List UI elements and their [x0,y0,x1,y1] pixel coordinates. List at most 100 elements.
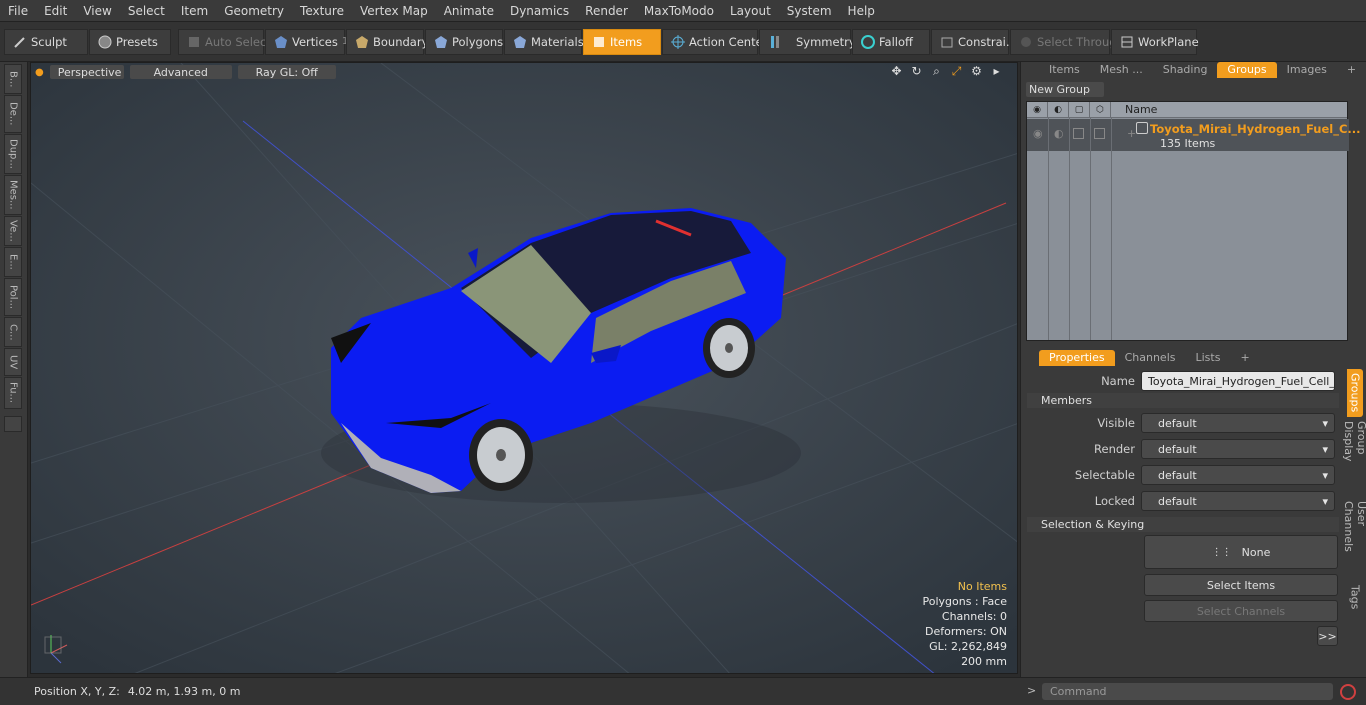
new-group-button[interactable]: New Group [1026,82,1104,97]
group-count: 135 Items [1160,137,1216,150]
falloff-button[interactable]: Falloff [852,28,930,55]
menu-animate[interactable]: Animate [436,4,502,18]
group-row[interactable]: ◉ ◐ + Toyota_Mirai_Hydrogen_Fuel_C... 13… [1027,119,1361,151]
left-tab-5[interactable]: E... [4,247,22,277]
materials-button[interactable]: Materials [504,28,584,55]
symmetry-button[interactable]: Symmetry [759,28,856,55]
visible-value: default [1158,416,1197,430]
locked-dropdown[interactable]: default ▾ [1141,491,1335,511]
vertices-button[interactable]: Vertices 1 [265,28,348,55]
status-bar: Position X, Y, Z: 4.02 m, 1.93 m, 0 m [0,677,1020,705]
render-icon[interactable]: ◐ [1048,101,1069,118]
select-channels-button[interactable]: Select Channels [1144,600,1338,622]
3d-viewport[interactable]: ● Perspective Advanced Ray GL: Off ✥ ↻ ⌕… [30,62,1018,674]
presets-button[interactable]: Presets [89,28,171,55]
row-render-icon[interactable]: ◐ [1054,127,1064,140]
tab-shading[interactable]: Shading [1153,62,1218,78]
select-items-button[interactable]: Select Items [1144,574,1338,596]
crosshair-icon [671,34,685,49]
menu-vertex-map[interactable]: Vertex Map [352,4,436,18]
symmetry-icon [768,35,782,49]
menu-render[interactable]: Render [577,4,636,18]
selection-keying-section[interactable]: Selection & Keying [1027,517,1339,532]
selectable-dropdown[interactable]: default ▾ [1141,465,1335,485]
menu-texture[interactable]: Texture [292,4,352,18]
render-dropdown[interactable]: default ▾ [1141,439,1335,459]
polygons-button[interactable]: Polygons [425,28,503,55]
zoom-icon[interactable]: ⌕ [930,65,943,78]
left-tab-6[interactable]: Pol... [4,278,22,316]
menu-help[interactable]: Help [840,4,883,18]
name-field[interactable]: Toyota_Mirai_Hydrogen_Fuel_Cell_Vel [1141,371,1335,391]
select-icon[interactable]: ▢ [1069,101,1090,118]
side-tab-tags[interactable]: Tags [1347,579,1363,615]
menu-edit[interactable]: Edit [36,4,75,18]
tab-channels[interactable]: Channels [1115,350,1186,366]
tab-mesh[interactable]: Mesh ... [1090,62,1153,78]
menu-layout[interactable]: Layout [722,4,779,18]
left-tab-3[interactable]: Mes... [4,175,22,215]
tab-lists[interactable]: Lists [1186,350,1231,366]
row-eye-icon[interactable]: ◉ [1033,127,1043,140]
tab-items[interactable]: Items [1039,62,1090,78]
menu-dynamics[interactable]: Dynamics [502,4,577,18]
row-lock-box[interactable] [1094,128,1105,139]
auto-select-button[interactable]: Auto Select [178,28,271,55]
menu-select[interactable]: Select [120,4,173,18]
left-strip-toggle[interactable] [4,416,22,432]
menu-geometry[interactable]: Geometry [216,4,292,18]
rotate-view-icon[interactable]: ↻ [910,65,923,78]
constraints-button[interactable]: Constrai... [931,28,1017,55]
gear-icon[interactable]: ⚙ [970,65,983,78]
sculpt-button[interactable]: Sculpt [4,28,88,55]
stat-gl: GL: 2,262,849 [929,640,1007,653]
left-tab-1[interactable]: De... [4,95,22,133]
members-section[interactable]: Members [1027,393,1339,408]
eye-icon[interactable]: ◉ [1027,101,1048,118]
left-tab-9[interactable]: Fu... [4,377,22,409]
action-center-button[interactable]: Action Center [662,28,767,55]
menu-system[interactable]: System [779,4,840,18]
left-tab-0[interactable]: B... [4,64,22,94]
boundary-button[interactable]: Boundary [346,28,428,55]
row-select-box[interactable] [1073,128,1084,139]
advanced-dropdown[interactable]: Advanced [129,65,232,79]
top-tab-bar: Items Mesh ... Shading Groups Images + [1021,62,1366,78]
stat-polygons: Polygons : Face [922,595,1007,608]
more-button[interactable]: >> [1317,626,1338,646]
raygl-dropdown[interactable]: Ray GL: Off [237,65,336,79]
visible-dropdown[interactable]: default ▾ [1141,413,1335,433]
lock-icon[interactable]: ⬡ [1090,101,1111,118]
side-tab-groups[interactable]: Groups [1347,369,1363,417]
left-tab-8[interactable]: UV [4,348,22,376]
left-tab-2[interactable]: Dup... [4,134,22,174]
menu-item[interactable]: Item [173,4,216,18]
menu-view[interactable]: View [75,4,119,18]
none-keying-button[interactable]: ⋮⋮ None [1144,535,1338,569]
name-row: Name Toyota_Mirai_Hydrogen_Fuel_Cell_Vel [1021,370,1341,392]
side-tab-group-display[interactable]: Group Display [1342,417,1366,497]
move-view-icon[interactable]: ✥ [890,65,903,78]
properties-panel: Properties Channels Lists + Name Toyota_Mir… [1021,350,1366,705]
add-prop-tab-icon[interactable]: + [1230,350,1259,366]
tab-groups[interactable]: Groups [1217,62,1277,78]
menu-maxtomodo[interactable]: MaxToModo [636,4,722,18]
left-tab-4[interactable]: Ve... [4,216,22,246]
side-tab-user-channels[interactable]: User Channels [1342,497,1366,579]
record-icon[interactable] [1340,684,1356,700]
materials-icon [513,35,527,49]
left-tab-7[interactable]: C... [4,317,22,347]
perspective-dropdown[interactable]: Perspective [49,65,124,79]
add-tab-icon[interactable]: + [1337,62,1366,78]
maximize-icon[interactable]: ⤢ [950,65,963,78]
tab-images[interactable]: Images [1277,62,1337,78]
items-button[interactable]: Items [583,28,661,55]
viewport-dot-icon: ● [35,66,44,78]
workplane-button[interactable]: WorkPlane [1111,28,1199,55]
menu-file[interactable]: File [0,4,36,18]
expand-icon[interactable]: + [1127,127,1136,140]
play-arrow-icon[interactable]: ▸ [990,65,1003,78]
command-input[interactable]: Command [1042,683,1333,700]
tab-properties[interactable]: Properties [1039,350,1115,366]
select-through-button[interactable]: Select Through [1010,28,1124,55]
